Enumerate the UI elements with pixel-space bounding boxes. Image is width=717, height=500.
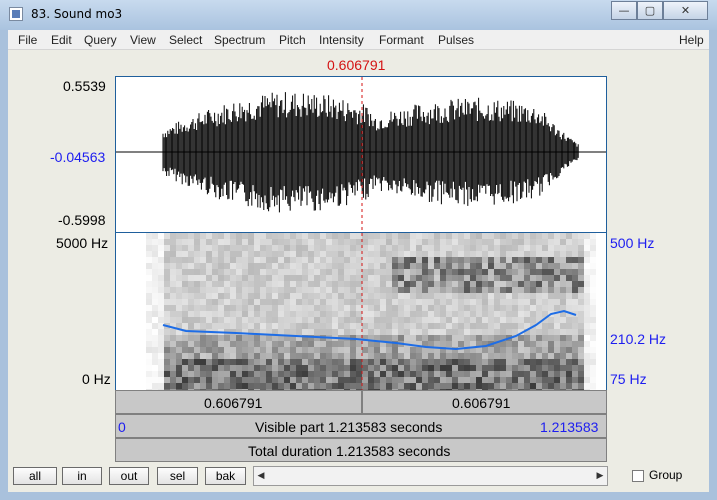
- waveform-max-label: 0.5539: [63, 78, 106, 94]
- window-bottom-border: [0, 492, 717, 500]
- app-icon: [9, 7, 23, 21]
- time-bar-right[interactable]: 0.606791: [362, 390, 607, 414]
- spectrogram-bottom-label: 0 Hz: [82, 371, 111, 387]
- group-checkbox[interactable]: [632, 470, 644, 482]
- menu-bar: File Edit Query View Select Spectrum Pit…: [8, 30, 709, 50]
- visible-end: 1.213583: [540, 419, 599, 435]
- visible-part-bar[interactable]: 0 Visible part 1.213583 seconds 1.213583: [115, 414, 607, 438]
- waveform-plot: [116, 77, 606, 232]
- menu-help[interactable]: Help: [679, 33, 704, 47]
- menu-view[interactable]: View: [130, 33, 156, 47]
- waveform-mid-label: -0.04563: [50, 149, 106, 165]
- horizontal-scrollbar[interactable]: ◀ ▶: [253, 466, 608, 486]
- menu-formant[interactable]: Formant: [379, 33, 424, 47]
- bak-button[interactable]: bak: [205, 467, 246, 485]
- in-button[interactable]: in: [62, 467, 102, 485]
- minimize-icon: —: [618, 4, 630, 17]
- spectrogram-top-label: 5000 Hz: [56, 235, 109, 251]
- pitch-top-label: 500 Hz: [610, 235, 655, 251]
- scroll-right-icon[interactable]: ▶: [593, 467, 607, 485]
- close-icon: ✕: [680, 4, 691, 17]
- spectrogram-image: [116, 233, 606, 390]
- window-title: 83. Sound mo3: [31, 7, 123, 21]
- maximize-button[interactable]: ▢: [637, 1, 663, 20]
- total-duration-label: Total duration 1.213583 seconds: [248, 443, 451, 459]
- spectrogram-panel[interactable]: [115, 233, 607, 390]
- maximize-icon: ▢: [644, 4, 656, 17]
- time-bar-right-value: 0.606791: [452, 395, 511, 411]
- visible-start: 0: [118, 419, 126, 435]
- visible-part-label: Visible part 1.213583 seconds: [255, 419, 443, 435]
- menu-intensity[interactable]: Intensity: [319, 33, 364, 47]
- all-button[interactable]: all: [13, 467, 57, 485]
- spectrogram-plot: [116, 233, 606, 390]
- waveform-min-label: -0.5998: [58, 212, 106, 228]
- menu-pulses[interactable]: Pulses: [438, 33, 474, 47]
- cursor-time-label: 0.606791: [327, 57, 386, 73]
- close-button[interactable]: ✕: [663, 1, 708, 20]
- sel-button[interactable]: sel: [157, 467, 198, 485]
- menu-query[interactable]: Query: [84, 33, 117, 47]
- pitch-mid-label: 210.2 Hz: [610, 331, 667, 347]
- menu-pitch[interactable]: Pitch: [279, 33, 306, 47]
- waveform-signal: [162, 92, 579, 213]
- time-bar-left-value: 0.606791: [204, 395, 263, 411]
- scroll-left-icon[interactable]: ◀: [254, 467, 268, 485]
- menu-select[interactable]: Select: [169, 33, 202, 47]
- waveform-trace: [162, 92, 579, 213]
- group-label: Group: [649, 468, 683, 482]
- menu-spectrum[interactable]: Spectrum: [214, 33, 265, 47]
- title-bar[interactable]: 83. Sound mo3 — ▢ ✕: [0, 0, 717, 30]
- waveform-panel[interactable]: [115, 76, 607, 233]
- menu-edit[interactable]: Edit: [51, 33, 72, 47]
- time-bar-left[interactable]: 0.606791: [115, 390, 362, 414]
- pitch-bottom-label: 75 Hz: [610, 371, 647, 387]
- total-duration-bar[interactable]: Total duration 1.213583 seconds: [115, 438, 607, 462]
- minimize-button[interactable]: —: [611, 1, 637, 20]
- out-button[interactable]: out: [109, 467, 149, 485]
- menu-file[interactable]: File: [18, 33, 37, 47]
